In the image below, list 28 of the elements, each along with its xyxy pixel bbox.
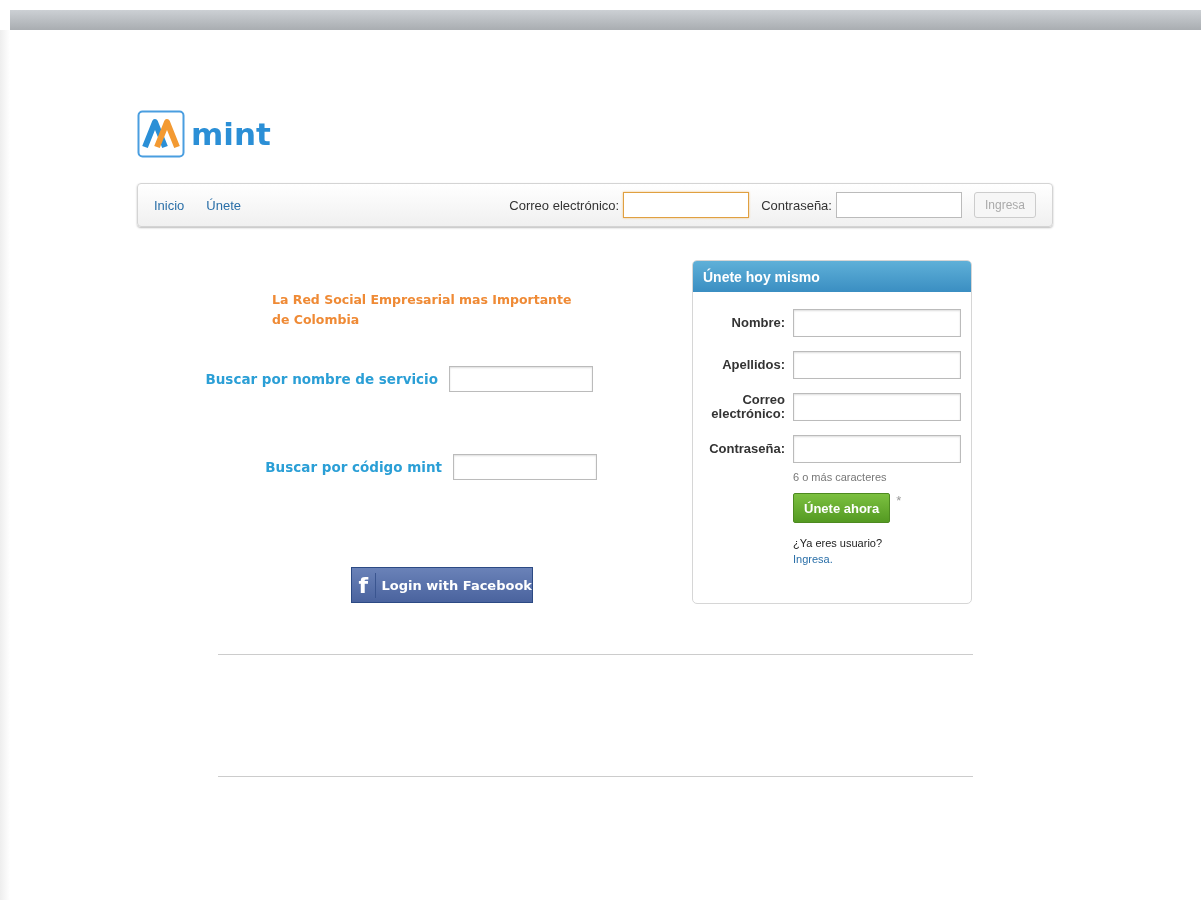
input-field[interactable]: [793, 393, 961, 421]
field-label: Nombre:: [730, 316, 785, 330]
nav-link[interactable]: Únete: [206, 197, 242, 213]
nav-link[interactable]: Inicio: [154, 197, 185, 213]
logo-icon: [137, 110, 185, 158]
logo-text: mint: [191, 116, 271, 152]
input-field[interactable]: [793, 309, 961, 337]
field-label: Contraseña:: [708, 442, 785, 456]
input-field[interactable]: [793, 435, 961, 463]
search-label: Buscar por nombre de servicio: [205, 371, 438, 387]
field-label: Correo electrónico:: [509, 197, 620, 213]
facebook-login-button[interactable]: f Login with Facebook: [351, 567, 533, 603]
search-field[interactable]: [453, 454, 597, 480]
input-field[interactable]: [793, 351, 961, 379]
search-label: Buscar por código mint: [265, 459, 442, 475]
field-label: Apellidos:: [721, 358, 785, 372]
join-button[interactable]: Únete ahora: [793, 493, 891, 523]
required-mark: *: [896, 493, 902, 508]
question-text: ¿Ya eres usuario?: [793, 537, 884, 549]
hint-text: 6 o más caracteres: [793, 471, 888, 483]
tagline: La Red Social Empresarial mas Importante de Colombia: [272, 291, 573, 329]
card-title: Únete hoy mismo: [693, 261, 971, 292]
field-label: Correo electrónico:: [710, 393, 785, 421]
field-label: Contraseña:: [761, 197, 832, 213]
login-field[interactable]: [623, 192, 750, 218]
search-field[interactable]: [449, 366, 593, 392]
login-field[interactable]: [835, 192, 962, 218]
login-link[interactable]: Ingresa.: [793, 553, 833, 565]
